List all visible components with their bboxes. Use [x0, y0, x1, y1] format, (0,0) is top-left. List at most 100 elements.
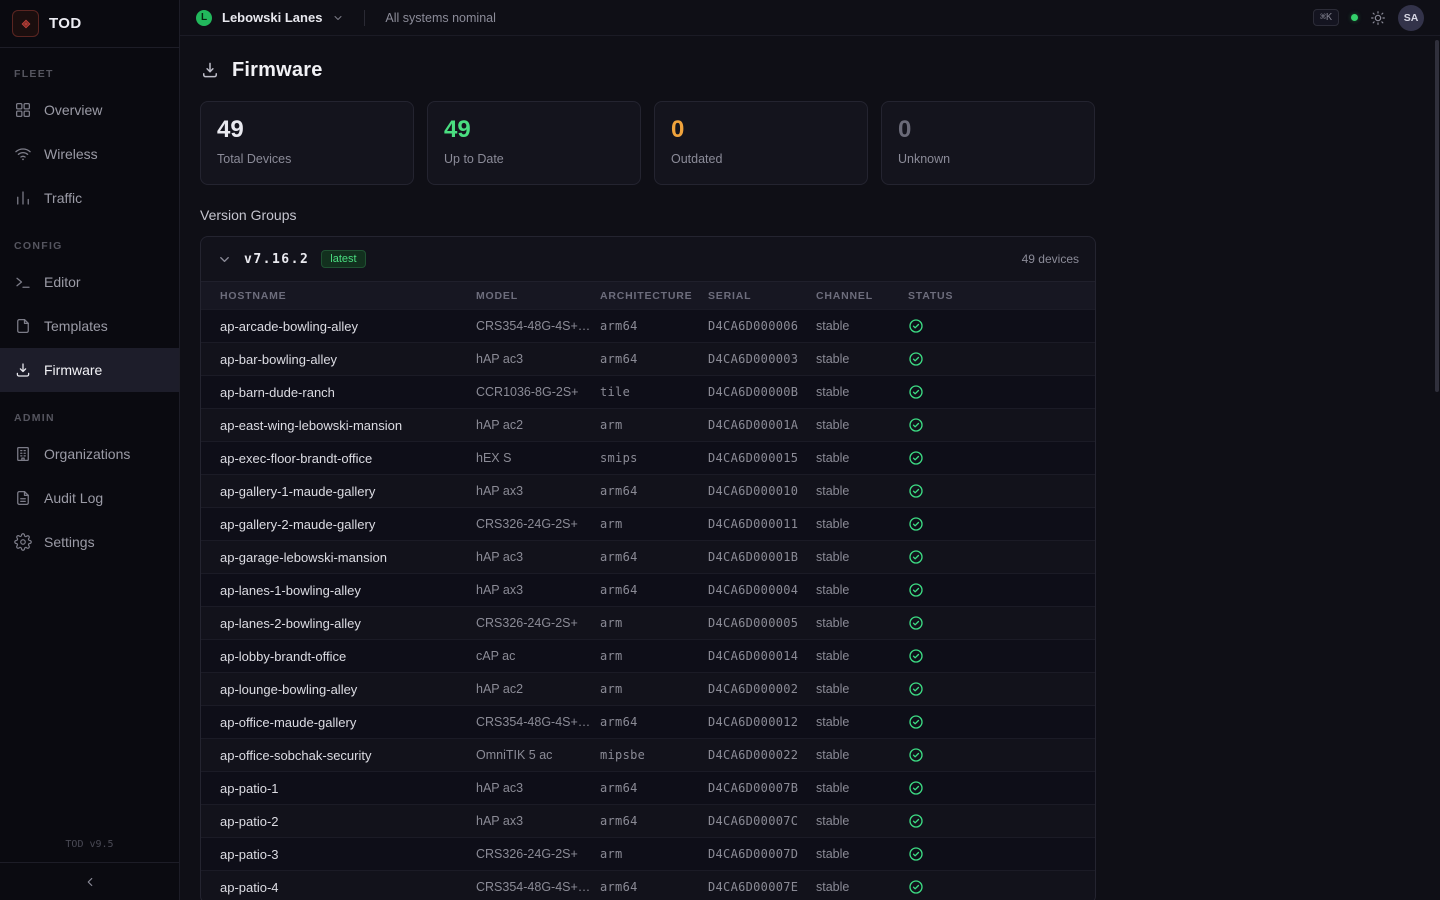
- cell-channel: stable: [816, 880, 908, 894]
- cell-architecture: arm64: [600, 880, 708, 894]
- stat-card-unknown: 0 Unknown: [881, 101, 1095, 185]
- cell-architecture: mipsbe: [600, 748, 708, 762]
- sidebar-section-config: CONFIG: [0, 220, 179, 260]
- sidebar-item-firmware[interactable]: Firmware: [0, 348, 179, 392]
- check-circle-icon: [908, 813, 924, 829]
- check-circle-icon: [908, 516, 924, 532]
- cell-architecture: arm64: [600, 550, 708, 564]
- sidebar-item-label: Traffic: [44, 190, 82, 206]
- cell-architecture: arm: [600, 517, 708, 531]
- stat-value: 0: [671, 117, 851, 143]
- theme-toggle-button[interactable]: [1370, 10, 1386, 26]
- table-row[interactable]: ap-lanes-2-bowling-alley CRS326-24G-2S+ …: [201, 606, 1095, 639]
- cell-model: CRS326-24G-2S+: [476, 847, 600, 861]
- cell-channel: stable: [816, 847, 908, 861]
- sidebar-collapse-button[interactable]: [0, 862, 179, 900]
- cell-model: hAP ax3: [476, 583, 600, 597]
- sidebar-item-organizations[interactable]: Organizations: [0, 432, 179, 476]
- check-circle-icon: [908, 582, 924, 598]
- scrollbar[interactable]: [1435, 40, 1439, 392]
- org-switcher[interactable]: Lebowski Lanes: [222, 10, 322, 25]
- cell-architecture: arm64: [600, 352, 708, 366]
- table-row[interactable]: ap-patio-4 CRS354-48G-4S+… arm64 D4CA6D0…: [201, 870, 1095, 900]
- table-row[interactable]: ap-office-sobchak-security OmniTIK 5 ac …: [201, 738, 1095, 771]
- cell-model: hAP ac2: [476, 682, 600, 696]
- chevron-down-icon[interactable]: [332, 12, 344, 24]
- cell-status: [908, 780, 1095, 796]
- cell-status: [908, 582, 1095, 598]
- table-row[interactable]: ap-barn-dude-ranch CCR1036-8G-2S+ tile D…: [201, 375, 1095, 408]
- cell-status: [908, 549, 1095, 565]
- org-avatar: L: [196, 10, 212, 26]
- collapse-group-button[interactable]: [217, 252, 232, 267]
- cell-model: hAP ac3: [476, 352, 600, 366]
- cell-channel: stable: [816, 319, 908, 333]
- sidebar-item-wireless[interactable]: Wireless: [0, 132, 179, 176]
- table-row[interactable]: ap-lounge-bowling-alley hAP ac2 arm D4CA…: [201, 672, 1095, 705]
- table-row[interactable]: ap-east-wing-lebowski-mansion hAP ac2 ar…: [201, 408, 1095, 441]
- column-hostname: HOSTNAME: [220, 290, 476, 302]
- cell-serial: D4CA6D000012: [708, 715, 816, 729]
- gear-icon: [14, 533, 32, 551]
- download-icon: [200, 60, 220, 80]
- table-row[interactable]: ap-bar-bowling-alley hAP ac3 arm64 D4CA6…: [201, 342, 1095, 375]
- building-icon: [14, 445, 32, 463]
- sidebar-item-settings[interactable]: Settings: [0, 520, 179, 564]
- cell-status: [908, 714, 1095, 730]
- cell-status: [908, 516, 1095, 532]
- check-circle-icon: [908, 417, 924, 433]
- table-row[interactable]: ap-lobby-brandt-office cAP ac arm D4CA6D…: [201, 639, 1095, 672]
- cell-model: cAP ac: [476, 649, 600, 663]
- table-row[interactable]: ap-arcade-bowling-alley CRS354-48G-4S+… …: [201, 309, 1095, 342]
- cell-model: CRS326-24G-2S+: [476, 616, 600, 630]
- sidebar-item-traffic[interactable]: Traffic: [0, 176, 179, 220]
- cell-channel: stable: [816, 715, 908, 729]
- cell-status: [908, 450, 1095, 466]
- topbar: L Lebowski Lanes All systems nominal ⌘K …: [180, 0, 1440, 36]
- column-channel: CHANNEL: [816, 290, 908, 302]
- stat-label: Unknown: [898, 152, 1078, 166]
- command-palette-shortcut[interactable]: ⌘K: [1313, 9, 1339, 26]
- cell-channel: stable: [816, 352, 908, 366]
- sidebar-item-editor[interactable]: Editor: [0, 260, 179, 304]
- cell-status: [908, 879, 1095, 895]
- app-name: TOD: [49, 15, 82, 32]
- table-row[interactable]: ap-exec-floor-brandt-office hEX S smips …: [201, 441, 1095, 474]
- cell-channel: stable: [816, 451, 908, 465]
- version-group-header[interactable]: v7.16.2 latest 49 devices: [201, 237, 1095, 281]
- table-row[interactable]: ap-patio-1 hAP ac3 arm64 D4CA6D00007B st…: [201, 771, 1095, 804]
- table-row[interactable]: ap-gallery-1-maude-gallery hAP ax3 arm64…: [201, 474, 1095, 507]
- version-group-panel: v7.16.2 latest 49 devices HOSTNAME MODEL…: [200, 236, 1096, 900]
- document-icon: [14, 489, 32, 507]
- table-row[interactable]: ap-office-maude-gallery CRS354-48G-4S+… …: [201, 705, 1095, 738]
- version-groups-heading: Version Groups: [200, 207, 1440, 223]
- cell-hostname: ap-east-wing-lebowski-mansion: [220, 418, 476, 433]
- app-logo-icon: [12, 10, 39, 37]
- health-status-dot: [1351, 14, 1358, 21]
- sidebar-item-templates[interactable]: Templates: [0, 304, 179, 348]
- sidebar-item-overview[interactable]: Overview: [0, 88, 179, 132]
- stat-value: 49: [444, 117, 624, 143]
- check-circle-icon: [908, 648, 924, 664]
- cell-architecture: arm64: [600, 484, 708, 498]
- cell-serial: D4CA6D00007B: [708, 781, 816, 795]
- table-row[interactable]: ap-gallery-2-maude-gallery CRS326-24G-2S…: [201, 507, 1095, 540]
- check-circle-icon: [908, 351, 924, 367]
- cell-channel: stable: [816, 583, 908, 597]
- column-status: STATUS: [908, 290, 1095, 302]
- table-row[interactable]: ap-lanes-1-bowling-alley hAP ax3 arm64 D…: [201, 573, 1095, 606]
- cell-model: hAP ac3: [476, 781, 600, 795]
- cell-architecture: arm: [600, 418, 708, 432]
- table-row[interactable]: ap-patio-2 hAP ax3 arm64 D4CA6D00007C st…: [201, 804, 1095, 837]
- user-avatar[interactable]: SA: [1398, 5, 1424, 31]
- sidebar-item-audit-log[interactable]: Audit Log: [0, 476, 179, 520]
- file-icon: [14, 317, 32, 335]
- table-row[interactable]: ap-garage-lebowski-mansion hAP ac3 arm64…: [201, 540, 1095, 573]
- firmware-version: v7.16.2: [244, 252, 309, 267]
- sidebar-item-label: Overview: [44, 102, 102, 118]
- cell-status: [908, 648, 1095, 664]
- table-row[interactable]: ap-patio-3 CRS326-24G-2S+ arm D4CA6D0000…: [201, 837, 1095, 870]
- cell-status: [908, 747, 1095, 763]
- column-architecture: ARCHITECTURE: [600, 290, 708, 302]
- check-circle-icon: [908, 681, 924, 697]
